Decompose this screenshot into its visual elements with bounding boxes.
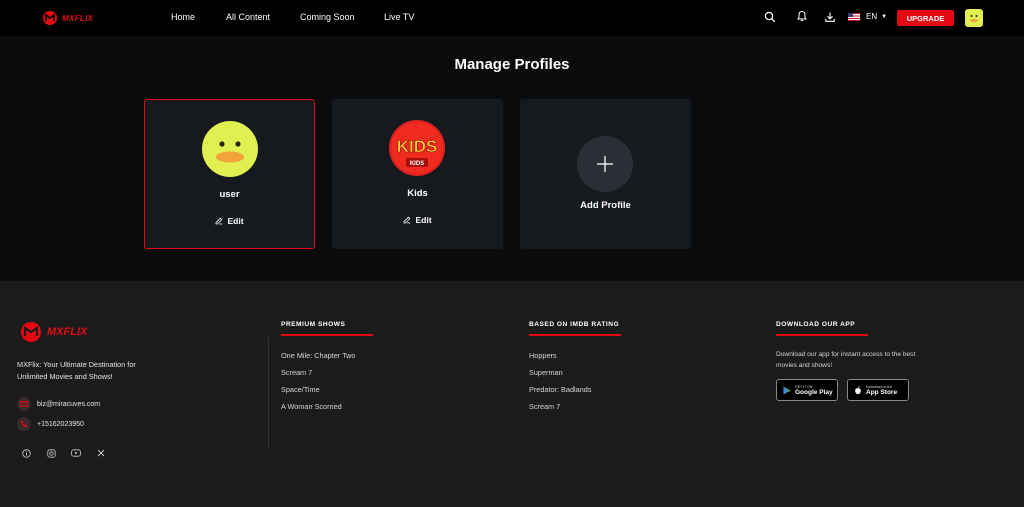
imdb-show-link[interactable]: Hoppers (529, 351, 557, 360)
kids-avatar-text: KIDS (397, 137, 438, 156)
nav-all-content[interactable]: All Content (226, 12, 270, 22)
imdb-heading: BASED ON IMDB RATING (529, 321, 621, 336)
search-icon[interactable] (764, 11, 776, 23)
footer-email[interactable]: biz@miracuves.com (17, 397, 100, 411)
premium-shows-heading: PREMIUM SHOWS (281, 321, 373, 336)
profile-card-kids[interactable]: KIDS KIDS Kids Edit (332, 99, 503, 249)
yellow-duck-avatar-icon (202, 121, 258, 177)
profile-card-user[interactable]: user Edit (144, 99, 315, 249)
info-icon[interactable] (20, 447, 32, 459)
nav-live-tv[interactable]: Live TV (384, 12, 414, 22)
social-links (20, 447, 120, 459)
premium-show-link[interactable]: Scream 7 (281, 368, 312, 377)
header-avatar[interactable] (965, 9, 983, 27)
mxflix-logo-icon (21, 322, 41, 342)
imdb-show-link[interactable]: Superman (529, 368, 563, 377)
download-icon[interactable] (824, 11, 836, 23)
kids-avatar-icon: KIDS KIDS (389, 120, 445, 176)
upgrade-button[interactable]: UPGRADE (897, 10, 954, 26)
x-icon[interactable] (95, 447, 107, 459)
language-code: EN (866, 12, 878, 21)
add-profile-button[interactable] (577, 136, 633, 192)
yellow-duck-avatar-icon (970, 15, 978, 23)
top-header: MXFLIX Home All Content Coming Soon Live… (0, 0, 1024, 36)
bell-icon[interactable] (796, 10, 808, 22)
premium-show-link[interactable]: One Mile: Chapter Two (281, 351, 356, 360)
footer-logo[interactable]: MXFLIX (20, 321, 87, 343)
google-play-icon (783, 386, 791, 394)
pencil-icon (404, 216, 411, 224)
brand-name: MXFLIX (62, 13, 94, 23)
footer-brand-name: MXFLIX (47, 326, 88, 338)
imdb-show-link[interactable]: Scream 7 (529, 402, 560, 411)
email-text: biz@miracuves.com (37, 400, 101, 408)
add-profile-card[interactable]: Add Profile (520, 99, 691, 249)
app-store-button[interactable]: Download on the App Store (847, 379, 909, 401)
google-play-button[interactable]: GET IT ON Google Play (776, 379, 838, 401)
mail-icon (17, 397, 31, 411)
imdb-show-link[interactable]: Predator: Badlands (529, 385, 591, 394)
footer: MXFLIX MXFlix: Your Ultimate Destination… (0, 281, 1024, 507)
pencil-icon (216, 217, 223, 225)
app-store-big: App Store (866, 388, 898, 396)
edit-label: Edit (415, 215, 432, 225)
premium-show-link[interactable]: A Woman Scorned (281, 402, 342, 411)
download-app-text: Download our app for instant access to t… (776, 351, 916, 369)
edit-label: Edit (227, 216, 244, 226)
footer-phone[interactable]: +15162023950 (17, 417, 84, 431)
apple-icon (855, 385, 861, 394)
language-selector[interactable]: EN ▼ (848, 12, 887, 21)
page-title: Manage Profiles (454, 56, 570, 73)
nav-home[interactable]: Home (171, 12, 195, 22)
profile-name: Kids (407, 188, 428, 199)
mxflix-logo-icon (43, 11, 57, 25)
premium-show-link[interactable]: Space/Time (281, 385, 320, 394)
nav-coming-soon[interactable]: Coming Soon (300, 12, 355, 22)
profile-name: user (219, 189, 240, 200)
phone-icon (17, 417, 31, 431)
plus-icon (597, 156, 613, 172)
edit-profile-button[interactable]: Edit (145, 216, 314, 226)
footer-tagline: MXFlix: Your Ultimate Destination for Un… (17, 360, 136, 381)
instagram-icon[interactable] (45, 447, 57, 459)
add-profile-label: Add Profile (580, 200, 631, 211)
phone-text: +15162023950 (37, 420, 84, 428)
edit-profile-button[interactable]: Edit (332, 215, 503, 225)
caret-down-icon: ▼ (881, 13, 888, 20)
us-flag-icon (848, 12, 860, 21)
google-play-big: Google Play (795, 388, 833, 396)
kids-avatar-subtext: KIDS (410, 161, 424, 167)
footer-divider (268, 337, 269, 449)
download-app-heading: DOWNLOAD OUR APP (776, 321, 868, 336)
brand-logo[interactable]: MXFLIX (42, 10, 93, 26)
youtube-icon[interactable] (70, 447, 82, 459)
